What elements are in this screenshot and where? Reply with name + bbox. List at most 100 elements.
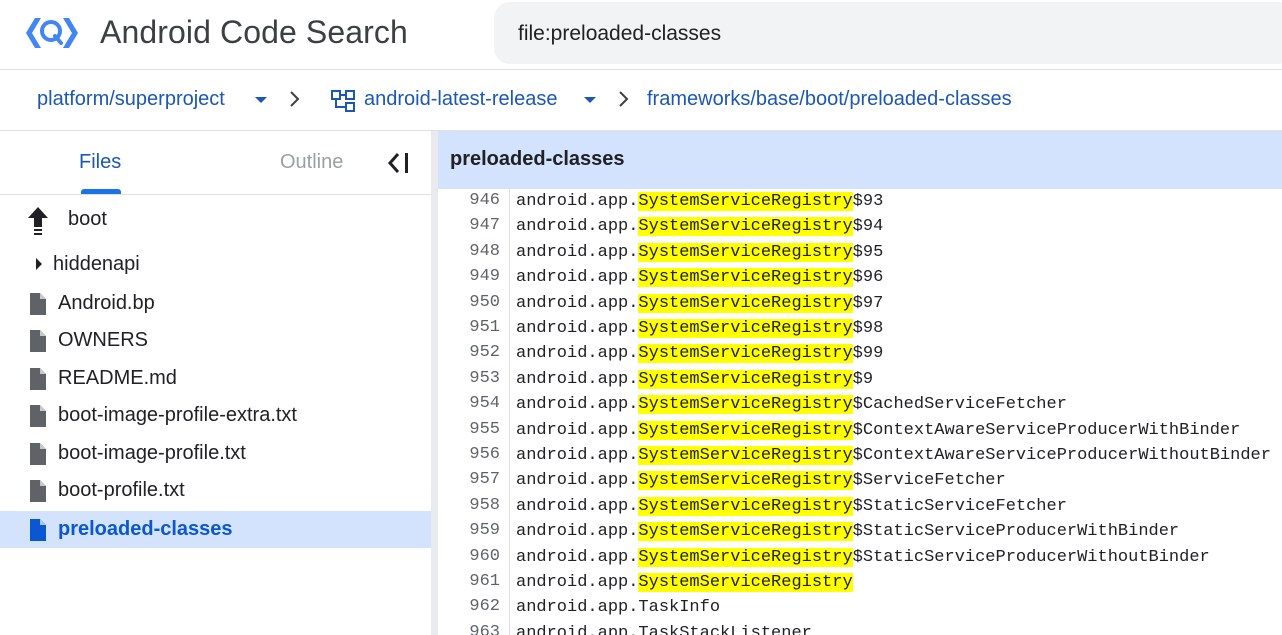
tab-files[interactable]: Files (79, 151, 121, 174)
search-match-highlight: SystemServiceRegistry (638, 471, 853, 491)
line-prefix: android.app.TaskInfo (516, 598, 721, 618)
code-line[interactable]: 952 android.app.SystemServiceRegistry$99 (438, 341, 1282, 366)
code-line[interactable]: 949 android.app.SystemServiceRegistry$96 (438, 265, 1282, 290)
line-prefix: android.app. (516, 344, 639, 364)
project-dropdown-icon[interactable] (255, 97, 267, 103)
tree-item-readme[interactable]: README.md (0, 360, 431, 397)
breadcrumb-path[interactable]: frameworks/base/boot/preloaded-classes (647, 88, 1012, 111)
line-number[interactable]: 963 (438, 623, 500, 635)
line-number[interactable]: 958 (438, 496, 500, 515)
search-match-highlight: SystemServiceRegistry (638, 446, 853, 465)
search-match-highlight: SystemServiceRegistry (638, 420, 853, 440)
code-line[interactable]: 958 android.app.SystemServiceRegistry$Sta… (438, 494, 1282, 519)
line-number[interactable]: 957 (438, 470, 500, 489)
tree-item-boot-image-profile-extra[interactable]: boot-image-profile-extra.txt (0, 397, 431, 434)
file-title: preloaded-classes (450, 148, 625, 170)
line-prefix: android.app. (516, 573, 639, 592)
search-match-highlight: SystemServiceRegistry (638, 496, 853, 516)
tree-item-boot-image-profile[interactable]: boot-image-profile.txt (0, 435, 431, 472)
line-suffix: $98 (852, 319, 884, 338)
top-header: Android Code Search (0, 0, 1282, 70)
code-line[interactable]: 962 android.app.TaskInfo (438, 595, 1282, 620)
search-input[interactable] (518, 20, 1258, 48)
panel-resize-handle[interactable] (431, 131, 438, 635)
line-number[interactable]: 955 (438, 420, 500, 439)
tree-item-owners[interactable]: OWNERS (0, 322, 431, 359)
tree-item-preloaded-classes[interactable]: preloaded-classes (0, 511, 431, 548)
tree-item-android-bp[interactable]: Android.bp (0, 285, 431, 322)
code-line[interactable]: 947 android.app.SystemServiceRegistry$94 (438, 214, 1282, 239)
tree-item-label: preloaded-classes (58, 518, 233, 540)
line-text: android.app.SystemServiceRegistry$Contex… (516, 446, 1271, 465)
search-match-highlight: SystemServiceRegistry (638, 217, 853, 237)
line-prefix: android.app. (516, 268, 639, 288)
file-sidebar: Files Outline boot hiddenapi Android.bp … (0, 131, 431, 635)
code-line[interactable]: 951 android.app.SystemServiceRegistry$98 (438, 316, 1282, 341)
search-match-highlight: SystemServiceRegistry (638, 369, 853, 389)
code-search-logo-icon[interactable] (22, 10, 82, 56)
line-suffix: $ServiceFetcher (852, 471, 1006, 491)
line-number[interactable]: 949 (438, 267, 500, 286)
line-number[interactable]: 962 (438, 597, 500, 616)
line-number[interactable]: 950 (438, 293, 500, 312)
search-match-highlight: SystemServiceRegistry (638, 344, 853, 364)
code-line[interactable]: 956 android.app.SystemServiceRegistry$Con… (438, 443, 1282, 468)
line-text: android.app.SystemServiceRegistry$98 (516, 319, 883, 338)
file-icon (30, 443, 46, 465)
code-line[interactable]: 961 android.app.SystemServiceRegistry (438, 570, 1282, 595)
search-box[interactable] (494, 2, 1282, 64)
line-suffix: $96 (852, 268, 884, 288)
file-icon (30, 293, 46, 315)
chevron-right-icon (619, 91, 629, 107)
file-icon (30, 519, 46, 541)
tree-item-label: boot-profile.txt (58, 479, 185, 501)
caret-right-icon[interactable] (34, 257, 44, 271)
tab-outline[interactable]: Outline (280, 151, 343, 174)
line-text: android.app.SystemServiceRegistry$95 (516, 242, 883, 262)
code-line[interactable]: 963 android.app.TaskStackListener (438, 621, 1282, 635)
code-line[interactable]: 957 android.app.SystemServiceRegistry$Ser… (438, 468, 1282, 493)
app-title[interactable]: Android Code Search (100, 14, 408, 51)
file-header: preloaded-classes (438, 131, 1282, 189)
line-text: android.app.SystemServiceRegistry$Static… (516, 547, 1210, 567)
breadcrumb-branch[interactable]: android-latest-release (364, 88, 557, 111)
line-number[interactable]: 961 (438, 572, 500, 591)
line-suffix: $StaticServiceProducerWithBinder (852, 522, 1180, 542)
line-suffix: $CachedServiceFetcher (852, 395, 1067, 415)
tree-item-hiddenapi[interactable]: hiddenapi (0, 246, 431, 283)
line-number[interactable]: 946 (438, 191, 500, 210)
tree-parent-boot[interactable]: boot (0, 199, 431, 241)
line-number[interactable]: 954 (438, 394, 500, 413)
line-suffix: $97 (852, 293, 884, 313)
line-number[interactable]: 951 (438, 318, 500, 337)
line-number[interactable]: 959 (438, 521, 500, 540)
line-number[interactable]: 947 (438, 216, 500, 235)
line-prefix: android.app. (516, 547, 639, 567)
code-line[interactable]: 954 android.app.SystemServiceRegistry$Cac… (438, 392, 1282, 417)
line-number[interactable]: 960 (438, 547, 500, 566)
collapse-panel-icon[interactable] (386, 149, 414, 177)
code-line[interactable]: 948 android.app.SystemServiceRegistry$95 (438, 240, 1282, 265)
code-line[interactable]: 950 android.app.SystemServiceRegistry$97 (438, 291, 1282, 316)
search-match-highlight: SystemServiceRegistry (638, 242, 853, 262)
search-match-highlight: SystemServiceRegistry (638, 192, 853, 211)
line-number[interactable]: 952 (438, 343, 500, 362)
line-text: android.app.SystemServiceRegistry$93 (516, 192, 883, 211)
code-line[interactable]: 953 android.app.SystemServiceRegistry$9 (438, 367, 1282, 392)
line-text: android.app.SystemServiceRegistry (516, 573, 853, 592)
breadcrumb: platform/superproject android-latest-rel… (0, 71, 1282, 131)
line-number[interactable]: 953 (438, 369, 500, 388)
line-prefix: android.app.TaskStackListener (516, 623, 812, 635)
code-line[interactable]: 959 android.app.SystemServiceRegistry$Sta… (438, 519, 1282, 544)
tree-item-boot-profile[interactable]: boot-profile.txt (0, 472, 431, 509)
branch-dropdown-icon[interactable] (584, 97, 596, 103)
line-text: android.app.SystemServiceRegistry$Servic… (516, 471, 1006, 491)
code-viewer: 946 android.app.SystemServiceRegistry$93 9… (438, 189, 1282, 635)
code-line[interactable]: 955 android.app.SystemServiceRegistry$Con… (438, 418, 1282, 443)
line-number[interactable]: 956 (438, 445, 500, 464)
line-number[interactable]: 948 (438, 242, 500, 261)
breadcrumb-project[interactable]: platform/superproject (37, 88, 225, 111)
code-line[interactable]: 960 android.app.SystemServiceRegistry$Sta… (438, 545, 1282, 570)
code-line[interactable]: 946 android.app.SystemServiceRegistry$93 (438, 189, 1282, 214)
line-suffix: $99 (852, 344, 884, 364)
